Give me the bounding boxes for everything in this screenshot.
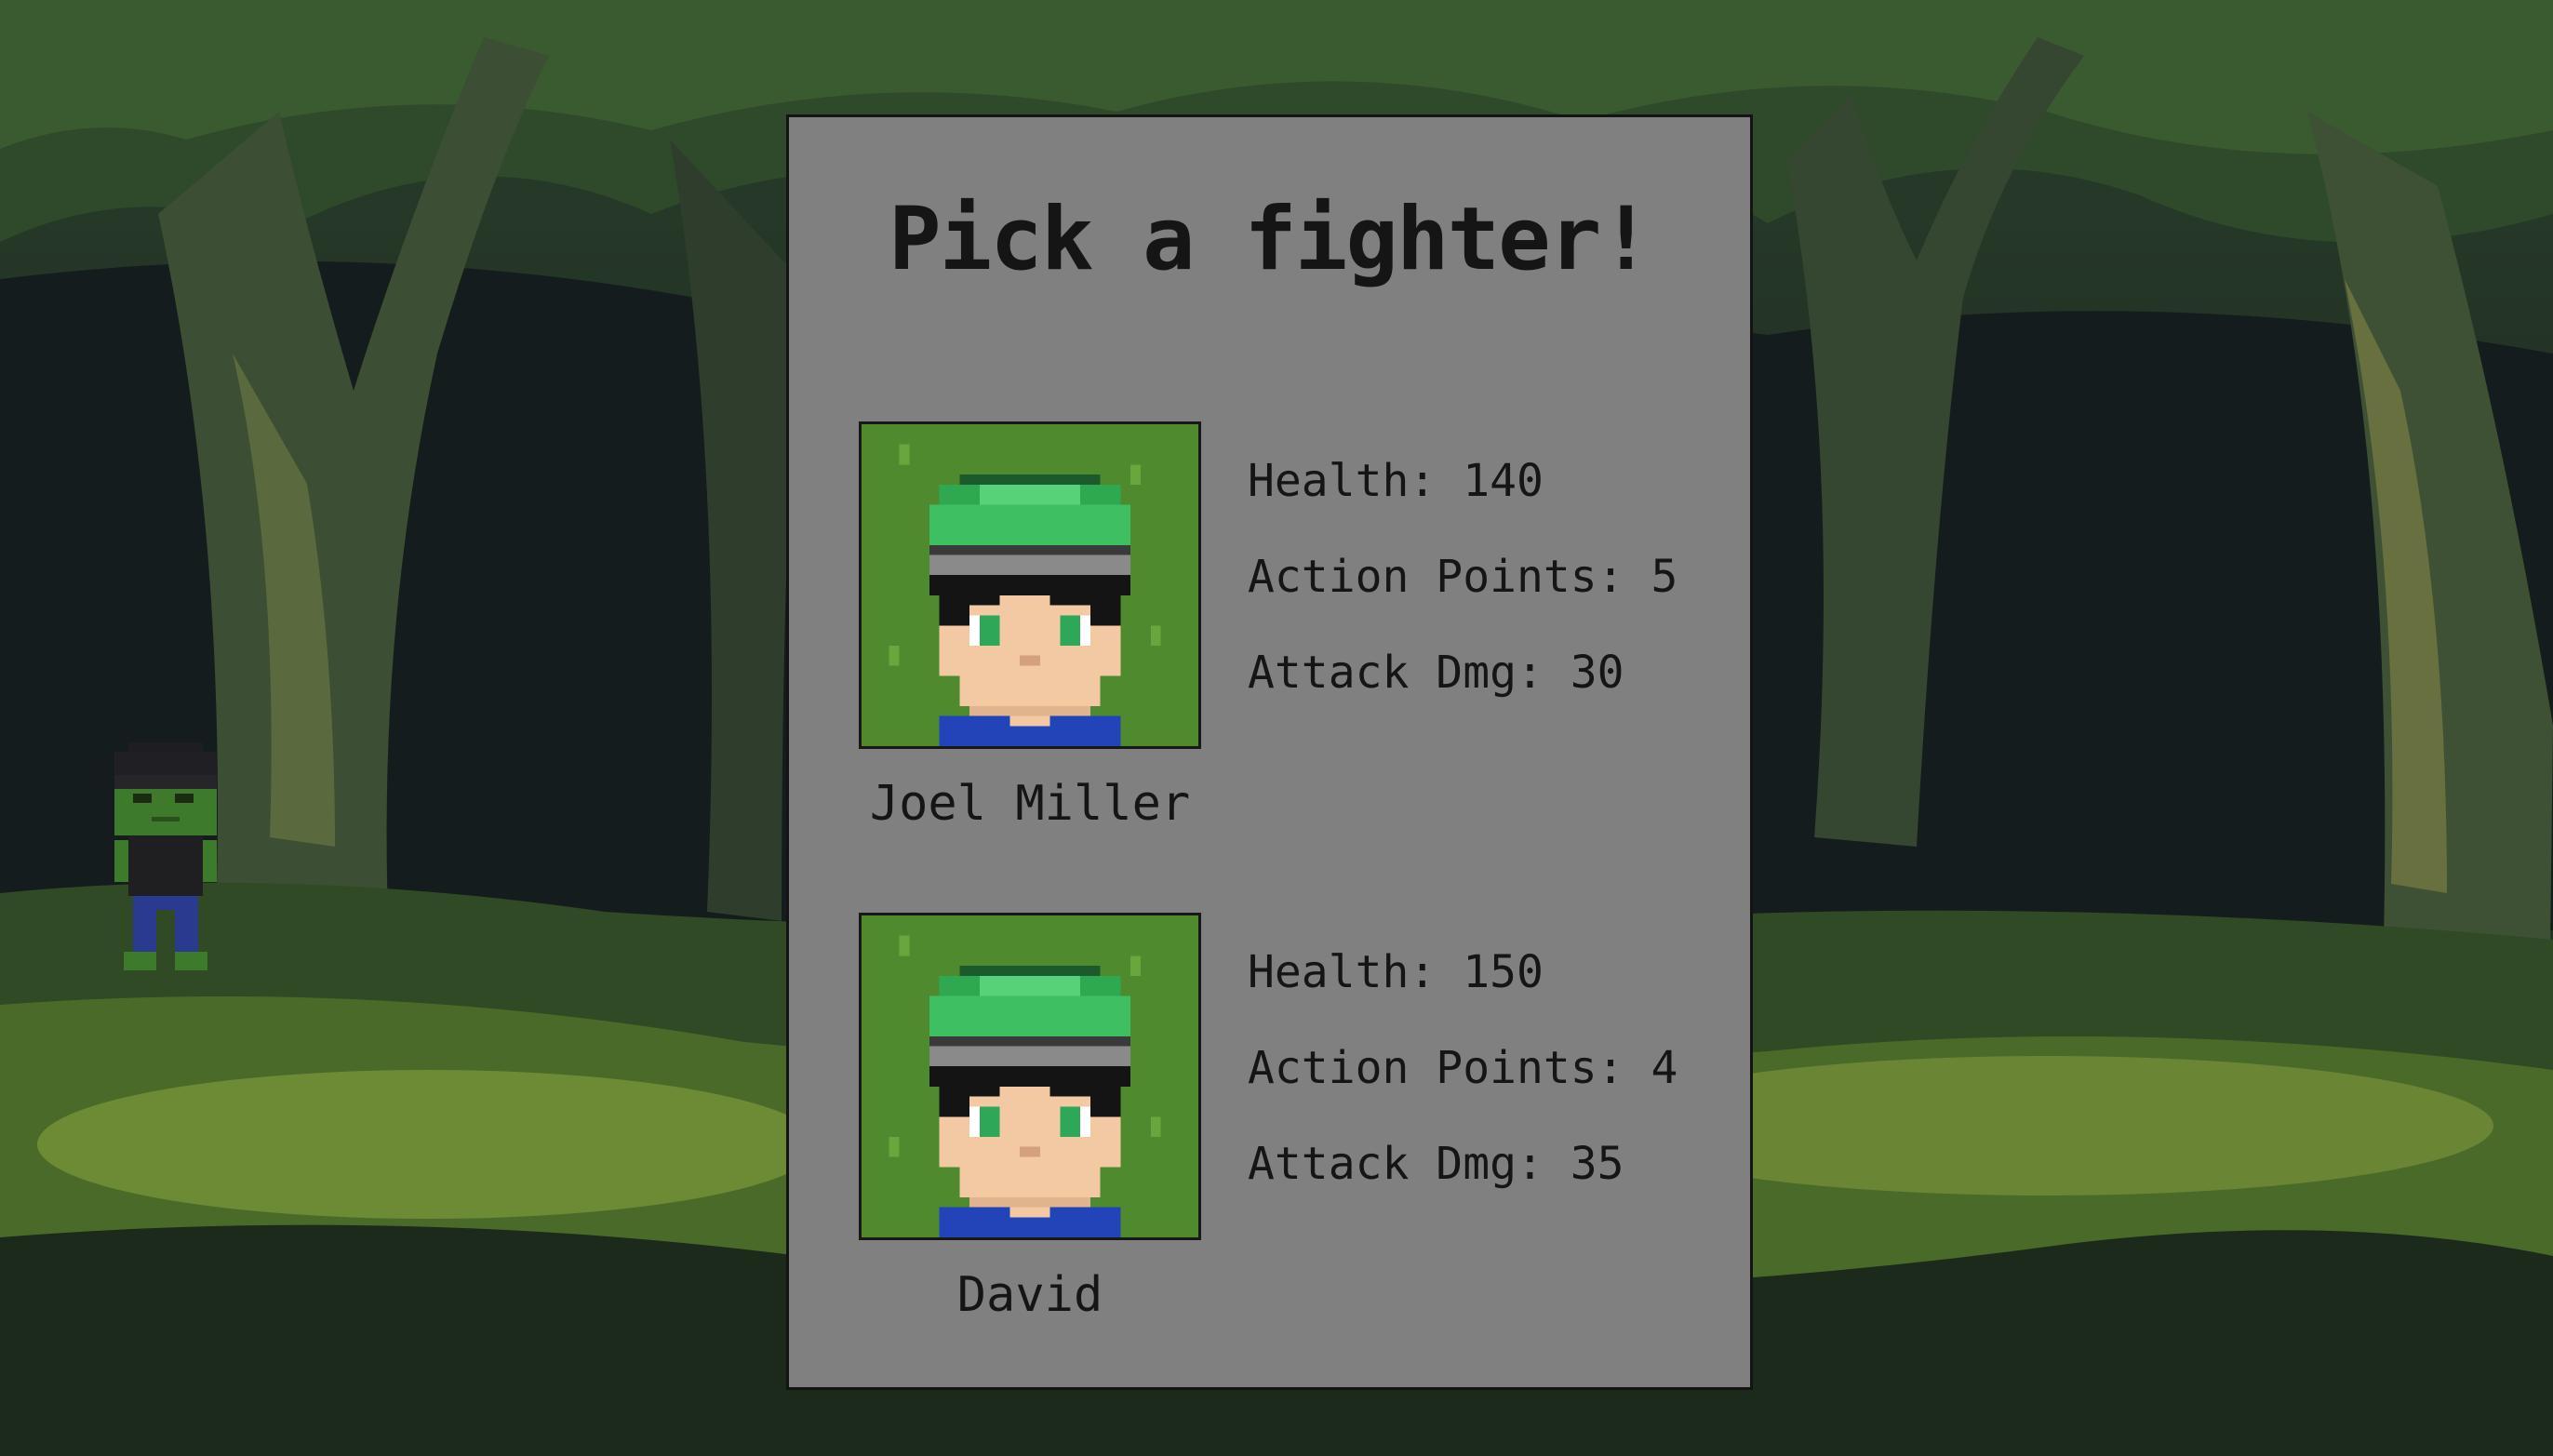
fighter-stats: Health: 140 Action Points: 5 Attack Dmg:… [1248,459,1731,746]
fighter-card-david[interactable]: David Health: 150 Action Points: 4 Attac… [789,913,1756,1350]
fighter-select-panel: Pick a fighter! Joel Miller Health: 140 … [786,114,1753,1390]
stat-action-points: Action Points: 4 [1248,1042,1678,1094]
stat-health: Health: 150 [1248,946,1544,998]
fighter-portrait-icon[interactable] [859,913,1201,1240]
fighter-portrait-icon[interactable] [859,421,1201,749]
stat-health: Health: 140 [1248,455,1544,507]
stat-action-points: Action Points: 5 [1248,551,1678,603]
stat-attack-damage: Attack Dmg: 30 [1248,647,1624,699]
stat-attack-damage: Attack Dmg: 35 [1248,1138,1624,1190]
fighter-name: Joel Miller [869,776,1191,832]
panel-title: Pick a fighter! [889,189,1652,290]
fighter-name: David [956,1267,1103,1323]
game-scene: Pick a fighter! Joel Miller Health: 140 … [0,0,2553,1456]
player-sprite-icon [114,742,217,970]
fighter-card-joel[interactable]: Joel Miller Health: 140 Action Points: 5… [789,421,1756,859]
fighter-stats: Health: 150 Action Points: 4 Attack Dmg:… [1248,950,1731,1237]
